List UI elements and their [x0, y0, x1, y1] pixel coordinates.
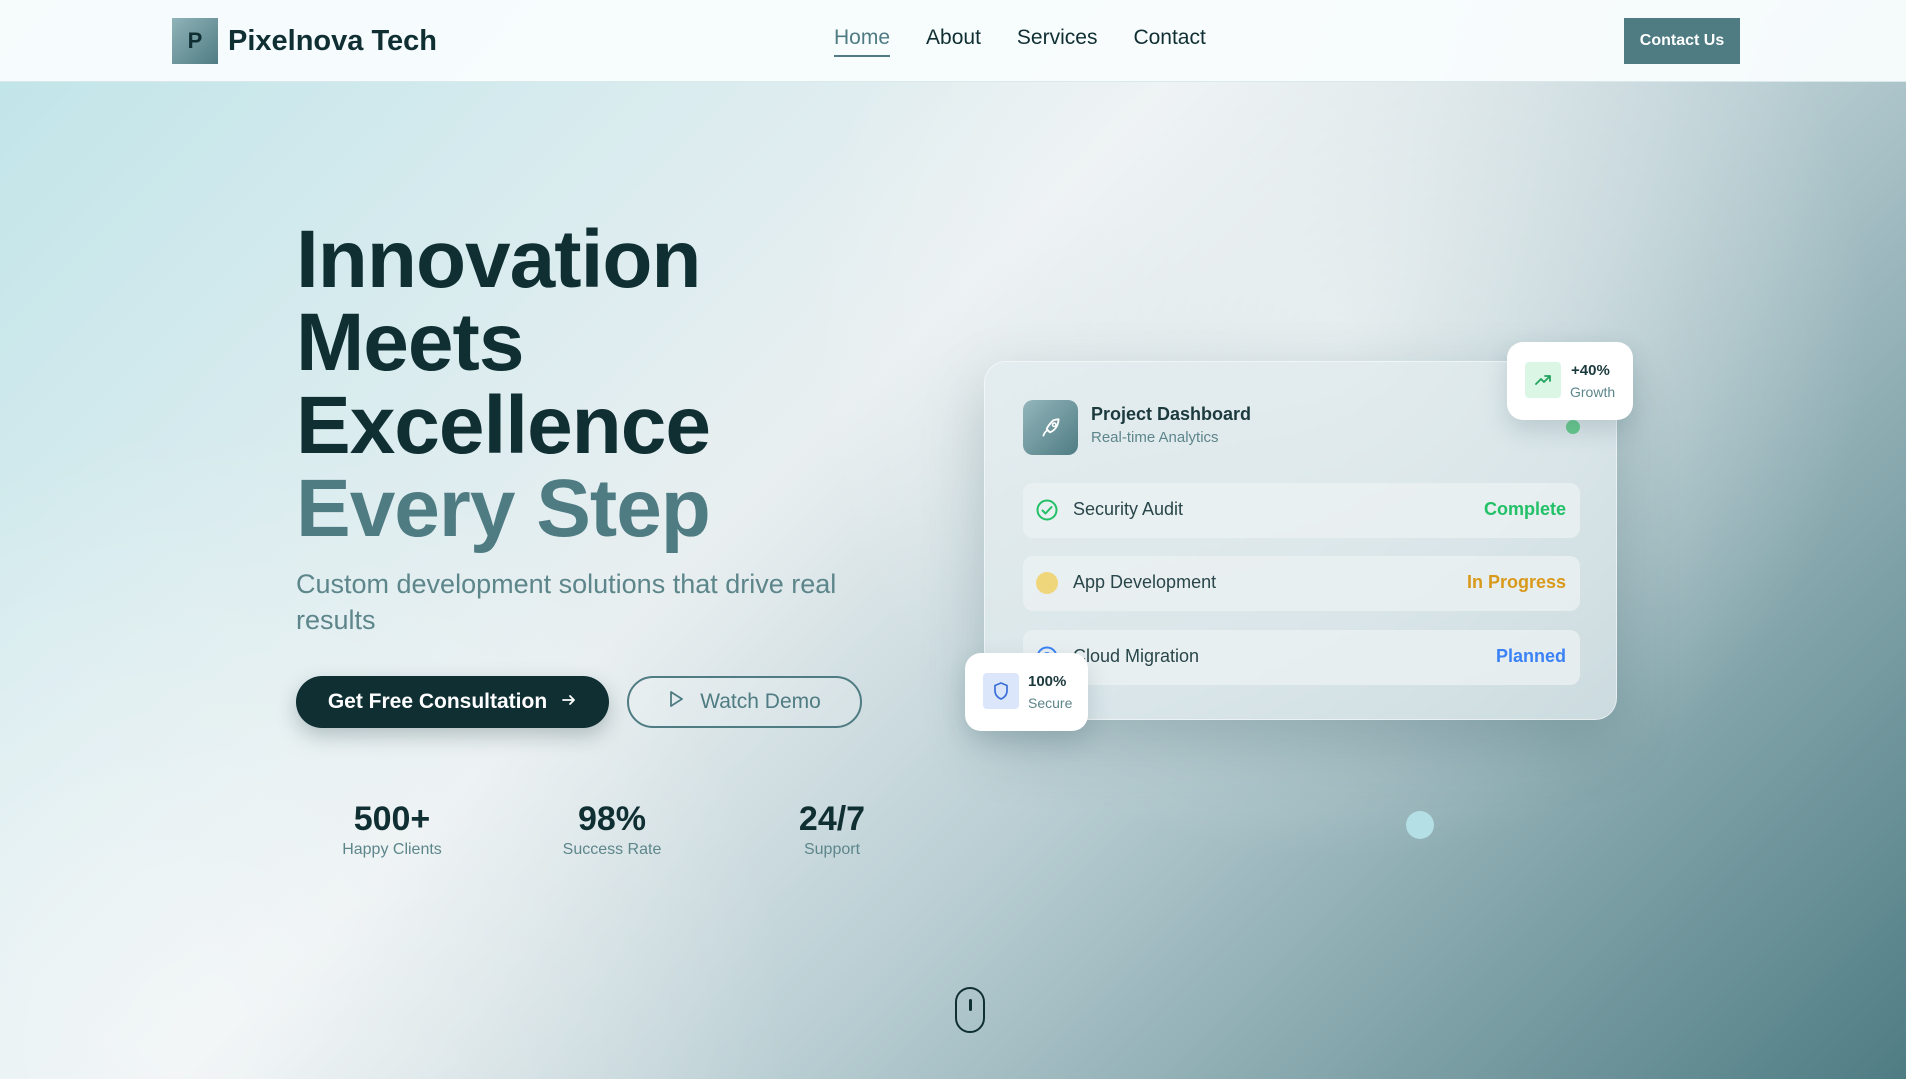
task-row-app-development[interactable]: App Development In Progress: [1023, 556, 1580, 611]
watch-demo-button[interactable]: Watch Demo: [627, 676, 862, 728]
yellow-dot-icon: [1035, 571, 1059, 595]
stat-success-rate: 98% Success Rate: [522, 800, 702, 859]
hero-title: Innovation Meets Excellence Every Step: [296, 214, 711, 554]
growth-value: +40%: [1571, 362, 1610, 379]
navbar: P Pixelnova Tech Home About Services Con…: [0, 0, 1906, 82]
task-row-security-audit[interactable]: Security Audit Complete: [1023, 483, 1580, 538]
nav-links: Home About Services Contact: [834, 26, 1206, 57]
stat-value: 24/7: [798, 800, 866, 838]
dashboard-title: Project Dashboard: [1091, 404, 1252, 424]
growth-label: Growth: [1570, 384, 1616, 400]
growth-badge: +40% Growth: [1507, 342, 1633, 420]
logo[interactable]: P Pixelnova Tech: [172, 18, 437, 64]
dashboard-subtitle: Real-time Analytics: [1091, 429, 1219, 446]
secure-badge: 100% Secure: [965, 653, 1088, 731]
stat-label: Support: [803, 841, 861, 858]
stat-label: Happy Clients: [342, 841, 442, 858]
live-status-dot: [1566, 420, 1580, 434]
task-name: Security Audit: [1073, 499, 1184, 519]
background-glow: [0, 0, 1906, 1079]
decorative-dot: [1406, 811, 1434, 839]
stat-happy-clients: 500+ Happy Clients: [302, 800, 482, 859]
task-name: Cloud Migration: [1073, 646, 1200, 666]
stat-value: 500+: [353, 800, 431, 838]
hero-subtitle: Custom development solutions that drive …: [296, 569, 837, 635]
hero-title-line: Innovation: [296, 214, 702, 305]
nav-link-contact[interactable]: Contact: [1133, 26, 1205, 57]
task-row-cloud-migration[interactable]: Cloud Migration Planned: [1023, 630, 1580, 685]
scroll-mouse-icon[interactable]: [955, 987, 985, 1033]
secure-label: Secure: [1028, 695, 1073, 711]
brand-name: Pixelnova Tech: [228, 24, 437, 57]
primary-button-label: Get Free Consultation: [327, 690, 548, 713]
get-free-consultation-button[interactable]: Get Free Consultation: [296, 676, 609, 728]
stat-value: 98%: [577, 800, 647, 838]
secondary-button-label: Watch Demo: [700, 690, 821, 713]
stat-support: 24/7 Support: [742, 800, 922, 859]
rocket-icon: [1023, 400, 1078, 455]
hero-title-accent: Every Step: [296, 463, 711, 554]
trending-up-icon: [1525, 362, 1561, 398]
hero-title-line: Excellence: [296, 380, 711, 471]
arrow-right-icon: [561, 690, 577, 714]
task-name: App Development: [1073, 572, 1217, 592]
task-status: Planned: [1495, 646, 1566, 666]
hero-title-line: Meets: [296, 297, 524, 388]
nav-link-services[interactable]: Services: [1017, 26, 1098, 57]
logo-mark: P: [172, 18, 218, 64]
secure-value: 100%: [1028, 673, 1067, 690]
shield-icon: [983, 673, 1019, 709]
scroll-wheel: [969, 999, 972, 1011]
nav-link-about[interactable]: About: [926, 26, 981, 57]
nav-link-home[interactable]: Home: [834, 26, 891, 57]
play-icon: [668, 690, 684, 714]
task-status: Complete: [1483, 499, 1566, 519]
check-circle-icon: [1035, 498, 1059, 522]
stat-label: Success Rate: [562, 841, 662, 858]
contact-us-button[interactable]: Contact Us: [1624, 18, 1740, 64]
task-status: In Progress: [1466, 572, 1566, 592]
